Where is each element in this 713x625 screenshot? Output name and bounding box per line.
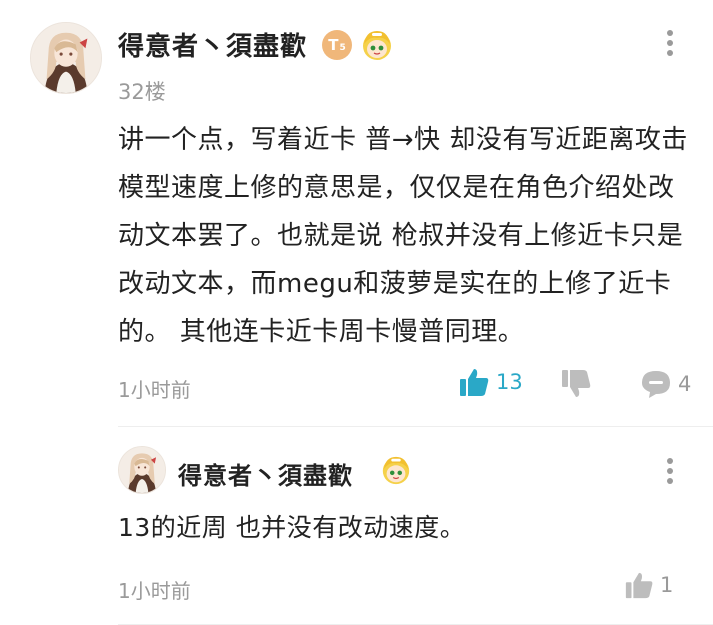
reply-like-button[interactable]: 1 — [624, 570, 673, 600]
reply-count: 4 — [678, 372, 692, 396]
reply-time: 1小时前 — [118, 579, 191, 603]
avatar-image — [119, 447, 165, 493]
more-vertical-icon — [667, 30, 673, 36]
username[interactable]: 得意者丶須盡歡 — [118, 26, 307, 63]
more-options-button[interactable] — [660, 28, 680, 58]
chat-bubble-icon — [642, 371, 670, 398]
emoji-badge-icon — [382, 456, 410, 485]
thumbs-up-icon — [625, 572, 653, 599]
avatar[interactable] — [30, 22, 102, 94]
emoji-badge-icon — [363, 31, 391, 60]
like-count: 13 — [496, 370, 523, 394]
reply-like-count: 1 — [660, 573, 674, 597]
floor-number: 32楼 — [118, 80, 166, 104]
reply-username[interactable]: 得意者丶須盡歡 — [178, 456, 353, 491]
divider — [118, 426, 713, 427]
reply-button[interactable]: 4 — [640, 368, 691, 400]
reply-avatar[interactable] — [118, 446, 166, 494]
dislike-button[interactable] — [560, 368, 592, 400]
reply-more-options-button[interactable] — [660, 456, 680, 486]
comment-body: 讲一个点，写着近卡 普→快 却没有写近距离攻击模型速度上修的意思是，仅仅是在角色… — [118, 125, 688, 347]
comment-thread: 得意者丶須盡歡 T5 32楼 讲一个点，写着近卡 普→快 却没有写近距离攻击模型… — [0, 0, 713, 625]
comment-time: 1小时前 — [118, 378, 191, 402]
level-badge-number: 5 — [339, 43, 346, 53]
level-badge: T5 — [322, 30, 352, 60]
thumbs-up-icon — [460, 369, 489, 396]
level-badge-letter: T — [328, 36, 339, 54]
thumbs-down-icon — [562, 370, 591, 397]
more-vertical-icon — [667, 458, 673, 464]
avatar-image — [31, 23, 101, 93]
like-button[interactable]: 13 — [458, 366, 523, 398]
reply-body: 13的近周 也并没有改动速度。 — [118, 513, 466, 542]
